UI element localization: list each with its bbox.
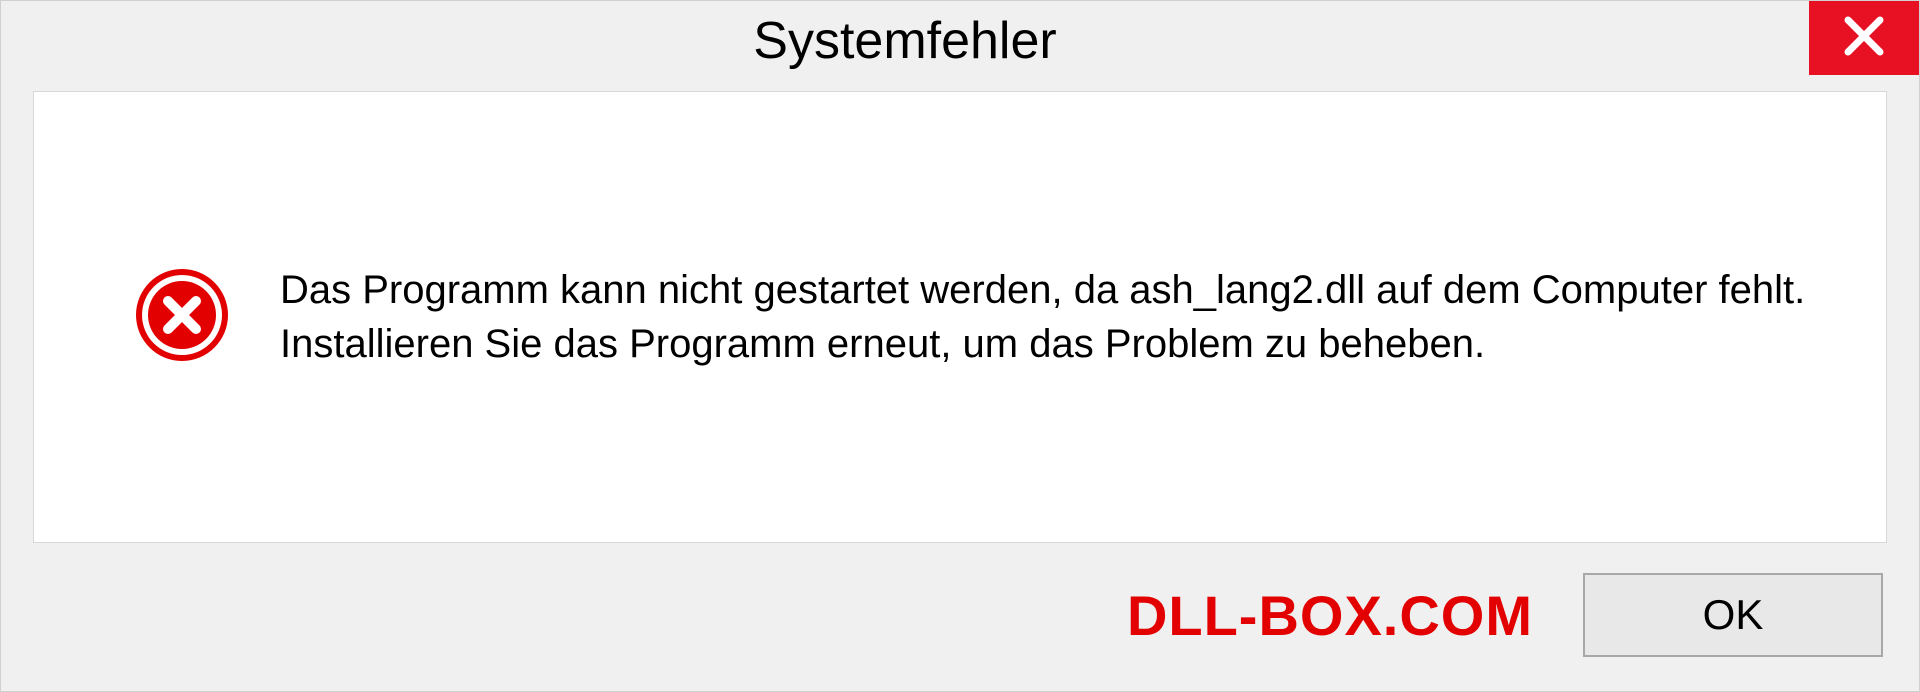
footer: DLL-BOX.COM OK	[1, 543, 1919, 691]
titlebar: Systemfehler	[1, 1, 1919, 91]
watermark-text: DLL-BOX.COM	[1127, 583, 1533, 648]
content-area: Das Programm kann nicht gestartet werden…	[33, 91, 1887, 543]
error-dialog: Systemfehler Das Programm kann nicht ges…	[0, 0, 1920, 692]
close-icon	[1842, 14, 1886, 63]
close-button[interactable]	[1809, 1, 1919, 75]
error-message: Das Programm kann nicht gestartet werden…	[280, 263, 1846, 371]
error-icon	[134, 267, 230, 368]
dialog-title: Systemfehler	[1, 1, 1809, 71]
ok-button[interactable]: OK	[1583, 573, 1883, 657]
